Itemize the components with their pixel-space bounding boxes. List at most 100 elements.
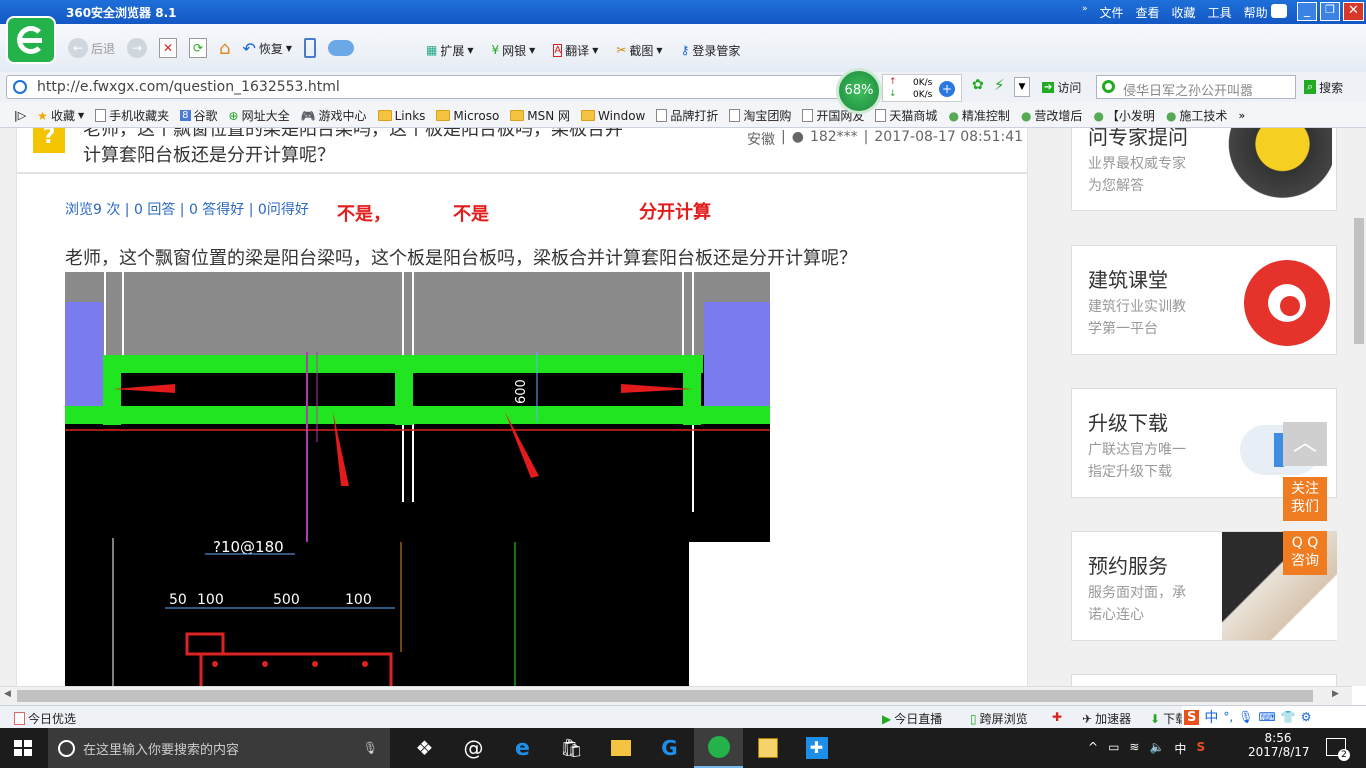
refresh-button[interactable]: ⟳: [185, 36, 211, 60]
forward-button[interactable]: →: [123, 36, 151, 60]
phone-button[interactable]: [300, 36, 320, 60]
fav-construction[interactable]: ● 施工技术: [1166, 107, 1228, 124]
menu-view[interactable]: 查看: [1136, 4, 1160, 21]
fav-brand[interactable]: 品牌打折: [656, 107, 718, 124]
fav-mobile[interactable]: 手机收藏夹: [95, 107, 169, 124]
clock[interactable]: 8:56 2017/8/17: [1248, 731, 1310, 759]
task-view-icon[interactable]: ❖: [400, 728, 449, 768]
store-icon[interactable]: 🛍: [547, 728, 596, 768]
restore-tab-button[interactable]: ↶ 恢复 ▼: [238, 36, 296, 60]
back-to-top-button[interactable]: ︿: [1283, 422, 1327, 466]
restore-button[interactable]: ❐: [1320, 2, 1340, 21]
action-center-icon[interactable]: 2: [1326, 738, 1350, 761]
login-manager-button[interactable]: ⚷ 登录管家: [677, 38, 745, 62]
play-icon: ▶: [882, 711, 892, 726]
fav-taobao[interactable]: 淘宝团购: [729, 107, 791, 124]
windows-start-icon[interactable]: [14, 740, 32, 756]
menu-help[interactable]: 帮助: [1244, 4, 1268, 21]
fav-msn[interactable]: MSN 网: [510, 107, 570, 124]
search-button[interactable]: ⌕ 搜索: [1300, 75, 1347, 99]
search-input[interactable]: 侵华日军之孙公开叫嚣: [1096, 75, 1296, 99]
glodon-app-icon[interactable]: G: [645, 728, 694, 768]
rebar-label: ?10@180: [213, 538, 284, 556]
file-explorer-icon[interactable]: [596, 728, 645, 768]
stop-button[interactable]: ✕: [155, 36, 181, 60]
tray-sogou-icon[interactable]: S: [1196, 740, 1205, 757]
edge-icon[interactable]: e: [498, 728, 547, 768]
meta-user[interactable]: 182***: [810, 129, 858, 149]
extend-button[interactable]: ▦ 扩展 ▼: [422, 38, 478, 62]
screenshot-button[interactable]: ✂ 截图 ▼: [612, 38, 666, 62]
network-speed-widget[interactable]: ↑ ↓ 0K/s 0K/s +: [882, 74, 962, 102]
fav-tmall[interactable]: 天猫商城: [875, 107, 937, 124]
minimize-button[interactable]: _: [1297, 2, 1317, 21]
home-button[interactable]: ⌂: [215, 36, 234, 60]
sidebar-card-classroom[interactable]: 建筑课堂 建筑行业实训教 学第一平台: [1071, 245, 1337, 355]
fav-google[interactable]: 8 谷歌: [180, 107, 218, 124]
360-logo-icon: [6, 16, 56, 64]
battery-icon[interactable]: ▭: [1108, 740, 1119, 757]
menu-tools[interactable]: 工具: [1208, 4, 1232, 21]
fav-invention[interactable]: ● 【小发明: [1093, 107, 1155, 124]
qq-consult-button[interactable]: Q Q 咨询: [1283, 531, 1327, 575]
close-button[interactable]: ✕: [1343, 2, 1364, 21]
cpu-ball[interactable]: 68%: [836, 68, 882, 114]
cross-screen[interactable]: ▯ 跨屏浏览: [970, 710, 1028, 727]
horizontal-scrollbar[interactable]: ◀ ▶: [0, 686, 1352, 705]
volume-icon[interactable]: 🔈: [1149, 740, 1164, 757]
user-icon: ●: [791, 129, 804, 145]
question-stats[interactable]: 浏览9 次 | 0 回答 | 0 答得好 | 0问得好: [65, 199, 309, 219]
fav-games[interactable]: 🎮 游戏中心: [301, 107, 367, 124]
compat-icon[interactable]: ✿: [972, 77, 984, 93]
dropdown-chevron-icon[interactable]: ▼: [1014, 77, 1030, 97]
netbank-button[interactable]: ¥ 网银 ▼: [488, 38, 540, 62]
vertical-scroll-thumb[interactable]: [1354, 218, 1364, 344]
flame-logo-icon: [1244, 260, 1330, 346]
folder-icon: [510, 110, 525, 121]
lightning-icon[interactable]: ⚡: [994, 76, 1005, 94]
cloud-button[interactable]: [324, 36, 358, 60]
notes-app-icon[interactable]: [743, 728, 792, 768]
follow-us-button[interactable]: 关注 我们: [1283, 477, 1327, 521]
fav-microsoft[interactable]: Microso: [436, 109, 499, 123]
windows-taskbar: 在这里输入你要搜索的内容 🎙 ❖ @ e 🛍 G ✚ ^ ▭ ≋ 🔈 中 S 8…: [0, 728, 1366, 768]
visit-button[interactable]: ➔ 访问: [1038, 75, 1085, 99]
fav-star[interactable]: ★ 收藏 ▼: [37, 107, 84, 124]
sogou-icon: S: [1184, 709, 1200, 725]
address-bar[interactable]: http://e.fwxgx.com/question_1632553.html: [6, 75, 852, 99]
more-chevron-icon[interactable]: »: [1238, 109, 1245, 122]
fav-hao[interactable]: ⊕ 网址大全: [229, 107, 290, 124]
menu-file[interactable]: 文件: [1100, 4, 1124, 21]
app-swirl-icon[interactable]: @: [449, 728, 498, 768]
fav-windows[interactable]: Window: [581, 109, 645, 123]
plus-app-icon[interactable]: ✚: [792, 728, 841, 768]
wifi-icon[interactable]: ≋: [1129, 740, 1139, 757]
go-arrow-icon: ➔: [1042, 81, 1055, 93]
skin-icon[interactable]: [1271, 4, 1287, 18]
firstaid-icon[interactable]: ✚: [1052, 710, 1062, 724]
back-button[interactable]: ← 后退: [64, 36, 119, 60]
sidebar-card-expert[interactable]: 问专家提问 业界最权威专家 为您解答: [1071, 128, 1337, 211]
today-live[interactable]: ▶ 今日直播: [882, 710, 942, 727]
sidebar-toggle-icon[interactable]: |▷: [14, 109, 26, 122]
translate-button[interactable]: A 翻译 ▼: [549, 38, 602, 62]
horizontal-scroll-thumb[interactable]: [17, 690, 1313, 702]
ime-toolbar[interactable]: S 中 °, 🎙 ⌨ 👕 ⚙: [1182, 706, 1366, 728]
search-icon: ⌕: [1304, 80, 1317, 94]
fav-links[interactable]: Links: [377, 109, 425, 123]
vertical-scrollbar[interactable]: [1352, 128, 1366, 686]
fav-vat[interactable]: ● 营改增后: [1021, 107, 1083, 124]
tray-chevron-icon[interactable]: ^: [1088, 740, 1098, 757]
today-picks[interactable]: 今日优选: [14, 710, 76, 727]
scroll-left-icon[interactable]: ◀: [4, 689, 11, 699]
punct-icon: °,: [1223, 710, 1234, 724]
scroll-right-icon[interactable]: ▶: [1332, 689, 1339, 699]
page-icon: [875, 109, 887, 122]
tray-ime[interactable]: 中: [1174, 740, 1186, 757]
down-arrow-icon: ↓: [889, 89, 897, 99]
cortana-search-box[interactable]: 在这里输入你要搜索的内容 🎙: [48, 728, 390, 768]
360-browser-task-icon[interactable]: [694, 728, 743, 768]
menu-favorites[interactable]: 收藏: [1172, 4, 1196, 21]
accelerator[interactable]: ✈ 加速器: [1082, 710, 1131, 727]
fav-precise[interactable]: ● 精准控制: [948, 107, 1010, 124]
